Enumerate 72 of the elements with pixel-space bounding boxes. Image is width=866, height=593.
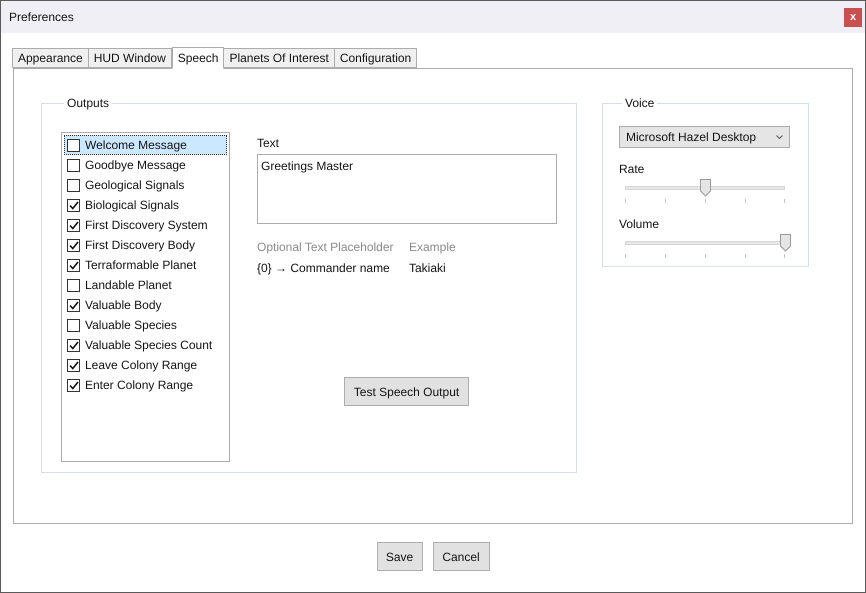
- tab[interactable]: Appearance: [12, 48, 89, 68]
- item-label: Enter Colony Range: [85, 377, 194, 394]
- checkmark-icon: [68, 220, 78, 230]
- close-button[interactable]: x: [844, 8, 862, 26]
- group-label: Voice: [625, 96, 654, 110]
- checkbox[interactable]: [67, 218, 80, 232]
- slider-thumb[interactable]: [700, 179, 710, 197]
- tab[interactable]: Configuration: [334, 48, 418, 68]
- checkmark-icon: [68, 340, 78, 350]
- checkbox[interactable]: [67, 358, 80, 372]
- list-item[interactable]: Leave Colony Range: [64, 355, 227, 375]
- checkbox[interactable]: [67, 238, 80, 252]
- table-cell-text: {0} → Commander name: [257, 260, 391, 277]
- text-field[interactable]: Greetings Master: [257, 154, 557, 224]
- chevron-down-icon: [776, 135, 783, 139]
- list-item[interactable]: Enter Colony Range: [64, 375, 227, 395]
- checkmark-icon: [68, 260, 78, 270]
- list-item[interactable]: Valuable Species: [64, 315, 227, 335]
- checkbox[interactable]: [67, 338, 80, 352]
- list-item[interactable]: Biological Signals: [64, 195, 227, 215]
- window-title: Preferences: [9, 9, 74, 26]
- list-item[interactable]: Welcome Message: [64, 135, 227, 155]
- column-header: Optional Text Placeholder: [257, 239, 395, 256]
- checkmark-icon: [68, 300, 78, 310]
- slider-label: Rate: [619, 161, 646, 178]
- list-item[interactable]: Valuable Body: [64, 295, 227, 315]
- test-speech-button[interactable]: Test Speech Output: [344, 377, 469, 406]
- checkbox[interactable]: [67, 198, 80, 212]
- field-label: Text: [257, 135, 280, 152]
- checkmark-icon: [68, 200, 78, 210]
- dropdown-value: Microsoft Hazel Desktop: [626, 129, 756, 146]
- checkbox[interactable]: [67, 258, 80, 272]
- item-label: Leave Colony Range: [85, 357, 198, 374]
- checkmark-icon: [68, 240, 78, 250]
- item-label: Valuable Species Count: [85, 337, 212, 354]
- voice-dropdown[interactable]: Microsoft Hazel Desktop: [619, 126, 790, 148]
- item-label: Welcome Message: [85, 137, 187, 154]
- checkbox[interactable]: [67, 158, 80, 172]
- list-item[interactable]: First Discovery System: [64, 215, 227, 235]
- checkmark-icon: [68, 380, 78, 390]
- list-item[interactable]: Terraformable Planet: [64, 255, 227, 275]
- tab[interactable]: Planets Of Interest: [223, 48, 335, 68]
- item-label: Terraformable Planet: [85, 257, 196, 274]
- item-label: First Discovery System: [85, 217, 208, 234]
- item-label: Goodbye Message: [85, 157, 186, 174]
- item-label: Landable Planet: [85, 277, 172, 294]
- table-cell-text: Takiaki: [409, 260, 447, 277]
- checkbox[interactable]: [67, 318, 80, 332]
- list-item[interactable]: Landable Planet: [64, 275, 227, 295]
- item-label: Valuable Species: [85, 317, 177, 334]
- item-label: First Discovery Body: [85, 237, 196, 254]
- list-item[interactable]: First Discovery Body: [64, 235, 227, 255]
- checkbox[interactable]: [67, 278, 80, 292]
- tab[interactable]: Speech: [172, 47, 224, 69]
- group-label: Outputs: [67, 96, 110, 110]
- dialog-button[interactable]: Save: [376, 542, 422, 571]
- list-item[interactable]: Goodbye Message: [64, 155, 227, 175]
- item-label: Geological Signals: [85, 177, 184, 194]
- checkmark-icon: [68, 360, 78, 370]
- tab[interactable]: HUD Window: [88, 48, 172, 68]
- checkbox[interactable]: [67, 378, 80, 392]
- dialog-button[interactable]: Cancel: [432, 542, 490, 571]
- checkbox[interactable]: [67, 178, 80, 192]
- slider-label: Volume: [619, 216, 660, 233]
- item-label: Biological Signals: [85, 197, 180, 214]
- checkbox[interactable]: [67, 138, 80, 152]
- list-item[interactable]: Geological Signals: [64, 175, 227, 195]
- column-header: Example: [409, 239, 457, 256]
- slider-thumb[interactable]: [780, 234, 790, 252]
- checkbox[interactable]: [67, 298, 80, 312]
- list-item[interactable]: Valuable Species Count: [64, 335, 227, 355]
- item-label: Valuable Body: [85, 297, 162, 314]
